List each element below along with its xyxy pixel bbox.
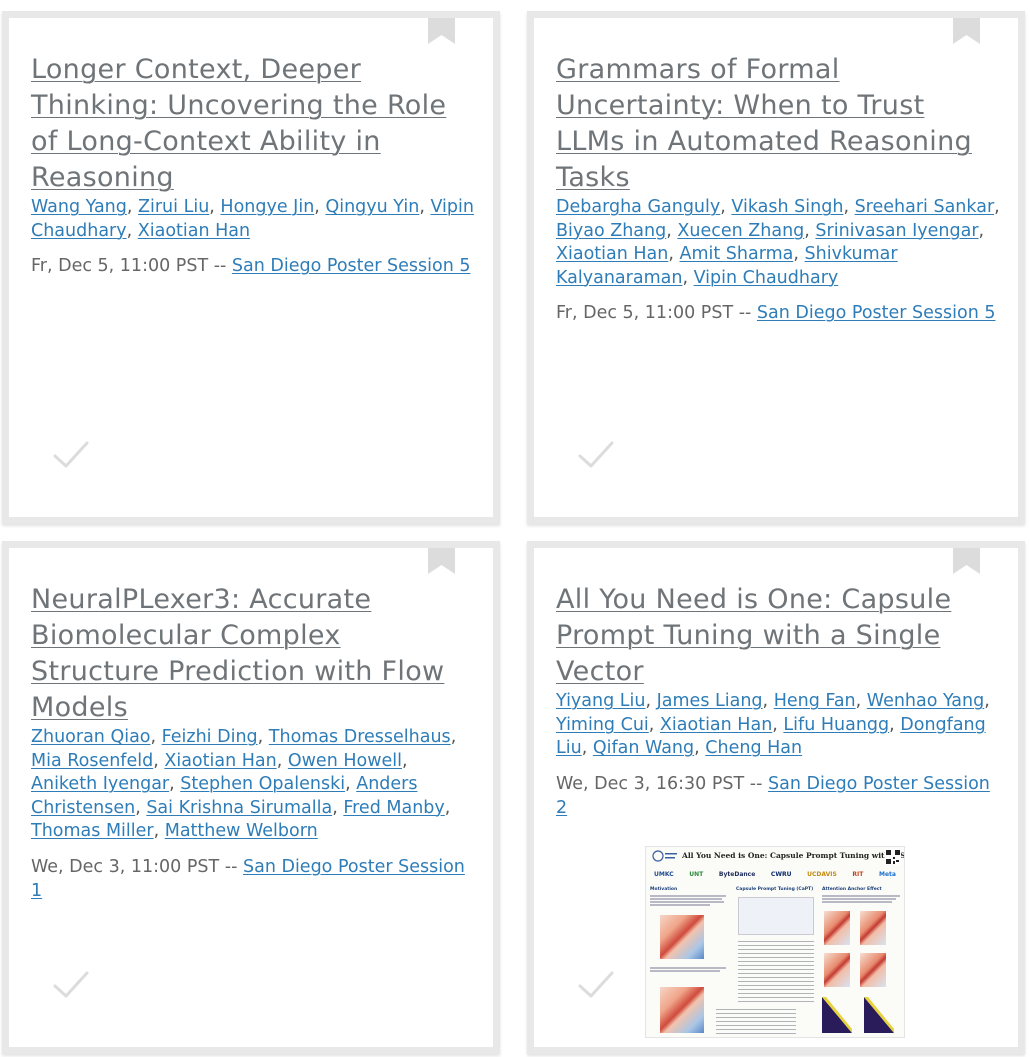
paper-card: NeuralPLexer3: Accurate Biomolecular Com… [2, 541, 500, 1054]
author-list: Zhuoran Qiao, Feizhi Ding, Thomas Dresse… [31, 727, 457, 841]
poster-text-line [822, 901, 892, 903]
poster-text-line [650, 967, 726, 969]
author-link[interactable]: Fred Manby [343, 798, 444, 818]
check-icon[interactable] [52, 439, 90, 469]
author-link[interactable]: Aniketh Iyengar [31, 774, 169, 794]
author-link[interactable]: Heng Fan [774, 691, 856, 711]
author-list: Wang Yang, Zirui Liu, Hongye Jin, Qingyu… [31, 197, 474, 241]
poster-heatmap [824, 911, 850, 945]
poster-section-title: Attention Anchor Effect [822, 887, 882, 892]
author-link[interactable]: Xiaotian Han [556, 244, 668, 264]
author-link[interactable]: Vikash Singh [731, 197, 843, 217]
poster-text-line [650, 970, 720, 972]
bookmark-icon[interactable] [428, 541, 455, 574]
session-datetime: Fr, Dec 5, 11:00 PST -- [31, 256, 227, 276]
bookmark-icon[interactable] [953, 541, 980, 574]
session-link[interactable]: San Diego Poster Session 5 [757, 303, 996, 323]
author-link[interactable]: Thomas Miller [31, 821, 154, 841]
author-link[interactable]: Matthew Welborn [165, 821, 318, 841]
poster-thumbnail[interactable]: All You Need is One: Capsule Prompt Tuni… [645, 846, 905, 1038]
author-link[interactable]: Stephen Opalenski [180, 774, 345, 794]
author-link[interactable]: Xiaotian Han [164, 751, 276, 771]
session-info: Fr, Dec 5, 11:00 PST -- San Diego Poster… [31, 254, 475, 278]
poster-logo: CWRU [770, 870, 792, 878]
poster-text-line [650, 901, 724, 903]
author-link[interactable]: Wenhao Yang [867, 691, 984, 711]
author-link[interactable]: Mia Rosenfeld [31, 751, 153, 771]
author-link[interactable]: Biyao Zhang [556, 221, 666, 241]
bookmark-icon[interactable] [428, 11, 455, 44]
author-link[interactable]: Yiming Cui [556, 715, 649, 735]
poster-title: All You Need is One: Capsule Prompt Tuni… [682, 851, 905, 860]
session-info: We, Dec 3, 16:30 PST -- San Diego Poster… [556, 772, 1000, 820]
bookmark-icon[interactable] [953, 11, 980, 44]
paper-card: Longer Context, Deeper Thinking: Uncover… [2, 11, 500, 524]
author-link[interactable]: Sreehari Sankar [855, 197, 995, 217]
author-link[interactable]: Yiyang Liu [556, 691, 645, 711]
author-link[interactable]: Thomas Dresselhaus [269, 727, 451, 747]
poster-heatmap [860, 911, 886, 945]
poster-text-line [650, 895, 726, 897]
session-datetime: We, Dec 3, 11:00 PST -- [31, 856, 238, 877]
paper-title-link[interactable]: Longer Context, Deeper Thinking: Uncover… [31, 52, 475, 196]
poster-logo: Meta [879, 870, 896, 878]
session-info: We, Dec 3, 11:00 PST -- San Diego Poster… [31, 855, 475, 903]
author-link[interactable]: Amit Sharma [680, 244, 794, 264]
poster-text-line [650, 904, 710, 906]
author-link[interactable]: James Liang [657, 691, 763, 711]
poster-text-line [650, 898, 722, 900]
poster-attention-map [822, 997, 852, 1033]
poster-attention-map [864, 997, 894, 1033]
poster-heatmap [860, 953, 886, 987]
poster-logo: ByteDance [718, 870, 756, 878]
poster-heatmap [660, 987, 704, 1033]
author-link[interactable]: Owen Howell [288, 751, 402, 771]
check-icon[interactable] [577, 439, 615, 469]
author-link[interactable]: Lifu Huangg [783, 715, 889, 735]
session-link[interactable]: San Diego Poster Session 5 [232, 256, 471, 276]
author-list: Debargha Ganguly, Vikash Singh, Sreehari… [556, 197, 1000, 288]
poster-logo-icon [652, 850, 677, 862]
author-link[interactable]: Hongye Jin [220, 197, 314, 217]
author-list: Yiyang Liu, James Liang, Heng Fan, Wenha… [556, 691, 990, 758]
poster-heatmap [660, 915, 704, 959]
qr-code-icon [885, 849, 901, 865]
session-info: Fr, Dec 5, 11:00 PST -- San Diego Poster… [556, 301, 1000, 325]
author-link[interactable]: Vipin Chaudhary [694, 268, 839, 288]
poster-table [738, 941, 814, 1005]
author-link[interactable]: Xiaotian Han [660, 715, 772, 735]
author-link[interactable]: Cheng Han [705, 738, 802, 758]
author-link[interactable]: Feizhi Ding [162, 727, 258, 747]
paper-title-link[interactable]: All You Need is One: Capsule Prompt Tuni… [556, 582, 1000, 690]
author-link[interactable]: Sai Krishna Sirumalla [146, 798, 332, 818]
poster-logo: UCDAVIS [807, 870, 837, 878]
author-link[interactable]: Xuecen Zhang [677, 221, 804, 241]
author-link[interactable]: Qifan Wang [593, 738, 694, 758]
author-link[interactable]: Xiaotian Han [138, 221, 250, 241]
poster-text-line [822, 895, 900, 897]
poster-section-title: Capsule Prompt Tuning (CaPT) [736, 887, 814, 892]
author-link[interactable]: Debargha Ganguly [556, 197, 720, 217]
poster-heatmap [824, 953, 850, 987]
poster-table [716, 1009, 796, 1035]
poster-section-title: Motivation [650, 887, 678, 892]
paper-title-link[interactable]: NeuralPLexer3: Accurate Biomolecular Com… [31, 582, 475, 726]
poster-logos: UMKC UNT ByteDance CWRU UCDAVIS RIT Meta [654, 867, 896, 881]
author-link[interactable]: Wang Yang [31, 197, 127, 217]
poster-logo: RIT [852, 870, 864, 878]
author-link[interactable]: Zhuoran Qiao [31, 727, 151, 747]
session-datetime: We, Dec 3, 16:30 PST -- [556, 773, 763, 794]
poster-logo: UNT [689, 870, 704, 878]
poster-logo: UMKC [654, 870, 674, 878]
poster-text-line [822, 898, 896, 900]
check-icon[interactable] [52, 969, 90, 999]
author-link[interactable]: Srinivasan Iyengar [815, 221, 978, 241]
session-datetime: Fr, Dec 5, 11:00 PST -- [556, 303, 752, 323]
author-link[interactable]: Qingyu Yin [325, 197, 419, 217]
author-link[interactable]: Zirui Liu [138, 197, 209, 217]
poster-diagram [738, 897, 814, 935]
paper-card: Grammars of Formal Uncertainty: When to … [527, 11, 1025, 524]
paper-title-link[interactable]: Grammars of Formal Uncertainty: When to … [556, 52, 1000, 196]
check-icon[interactable] [577, 969, 615, 999]
